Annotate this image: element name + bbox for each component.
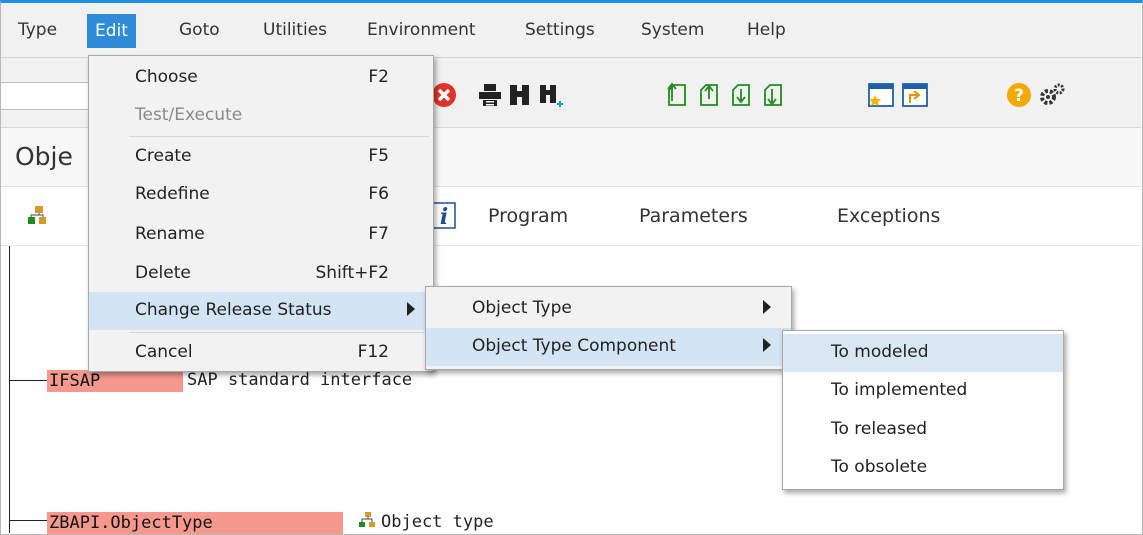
find-icon[interactable] [507, 82, 533, 108]
tree-connector [9, 380, 47, 381]
menu-item-create[interactable]: Create F5 [89, 138, 433, 176]
menu-item-test-execute: Test/Execute [135, 105, 243, 125]
menu-item-delete[interactable]: Delete Shift+F2 [89, 255, 433, 293]
menu-item-change-release-status[interactable]: Change Release Status [89, 292, 433, 330]
menu-settings[interactable]: Settings [525, 20, 595, 40]
tab-program[interactable]: Program [488, 205, 568, 227]
menu-item-cancel[interactable]: Cancel F12 [89, 334, 433, 372]
page-title: Obje [15, 142, 73, 171]
menu-help[interactable]: Help [747, 20, 786, 40]
submenu-arrow-icon [763, 338, 771, 352]
first-page-icon[interactable] [663, 81, 691, 109]
tree-connector [9, 520, 47, 521]
svg-text:?: ? [1014, 86, 1024, 106]
menu-type[interactable]: Type [18, 20, 57, 40]
menu-item-to-modeled[interactable]: To modeled [783, 334, 1063, 372]
menu-item-redefine[interactable]: Redefine F6 [89, 176, 433, 214]
menu-item-object-type[interactable]: Object Type [426, 290, 791, 328]
settings-icon[interactable] [1037, 80, 1067, 110]
edit-menu: Choose F2 Test/Execute Create F5 Redefin… [88, 55, 434, 372]
menu-utilities[interactable]: Utilities [263, 20, 327, 40]
menu-item-object-type-component[interactable]: Object Type Component [426, 328, 791, 366]
menu-item-to-implemented[interactable]: To implemented [783, 372, 1063, 410]
command-field[interactable] [1, 82, 92, 110]
tree-node-ifsap-description: SAP standard interface [187, 370, 413, 390]
find-next-icon[interactable] [537, 82, 565, 110]
tab-parameters[interactable]: Parameters [639, 205, 748, 227]
menu-item-choose[interactable]: Choose F2 [89, 59, 433, 97]
menu-goto[interactable]: Goto [179, 20, 220, 40]
next-page-icon[interactable] [727, 81, 755, 109]
menu-item-to-obsolete[interactable]: To obsolete [783, 449, 1063, 487]
menu-system[interactable]: System [641, 20, 704, 40]
last-page-icon[interactable] [759, 81, 787, 109]
menu-edit[interactable]: Edit [87, 14, 136, 48]
menu-item-to-released[interactable]: To released [783, 411, 1063, 449]
object-type-icon[interactable] [25, 203, 49, 227]
tab-exceptions[interactable]: Exceptions [837, 205, 940, 227]
menu-separator [129, 332, 429, 333]
create-session-icon[interactable] [867, 81, 895, 109]
menu-environment[interactable]: Environment [367, 20, 476, 40]
menu-item-rename[interactable]: Rename F7 [89, 216, 433, 254]
menu-bar: Type Edit Goto Utilities Environment Set… [1, 3, 1141, 58]
release-status-submenu: Object Type Object Type Component [425, 286, 792, 370]
svg-text:i: i [440, 204, 448, 230]
print-icon[interactable] [477, 82, 503, 108]
object-type-icon [359, 512, 375, 527]
component-status-submenu: To modeled To implemented To released To… [782, 330, 1064, 490]
shortcut-icon[interactable] [901, 81, 929, 109]
submenu-arrow-icon [407, 302, 415, 316]
menu-separator [129, 136, 429, 137]
submenu-arrow-icon [763, 300, 771, 314]
help-icon[interactable]: ? [1005, 81, 1033, 109]
cancel-icon[interactable] [431, 82, 457, 108]
tree-node-zbapi[interactable]: ZBAPI.ObjectType [47, 512, 343, 534]
tree-node-ifsap[interactable]: IFSAP [47, 370, 183, 392]
tree-line [9, 246, 10, 533]
tree-node-zbapi-description: Object type [381, 512, 494, 532]
previous-page-icon[interactable] [695, 81, 723, 109]
info-icon[interactable]: i [431, 202, 457, 230]
